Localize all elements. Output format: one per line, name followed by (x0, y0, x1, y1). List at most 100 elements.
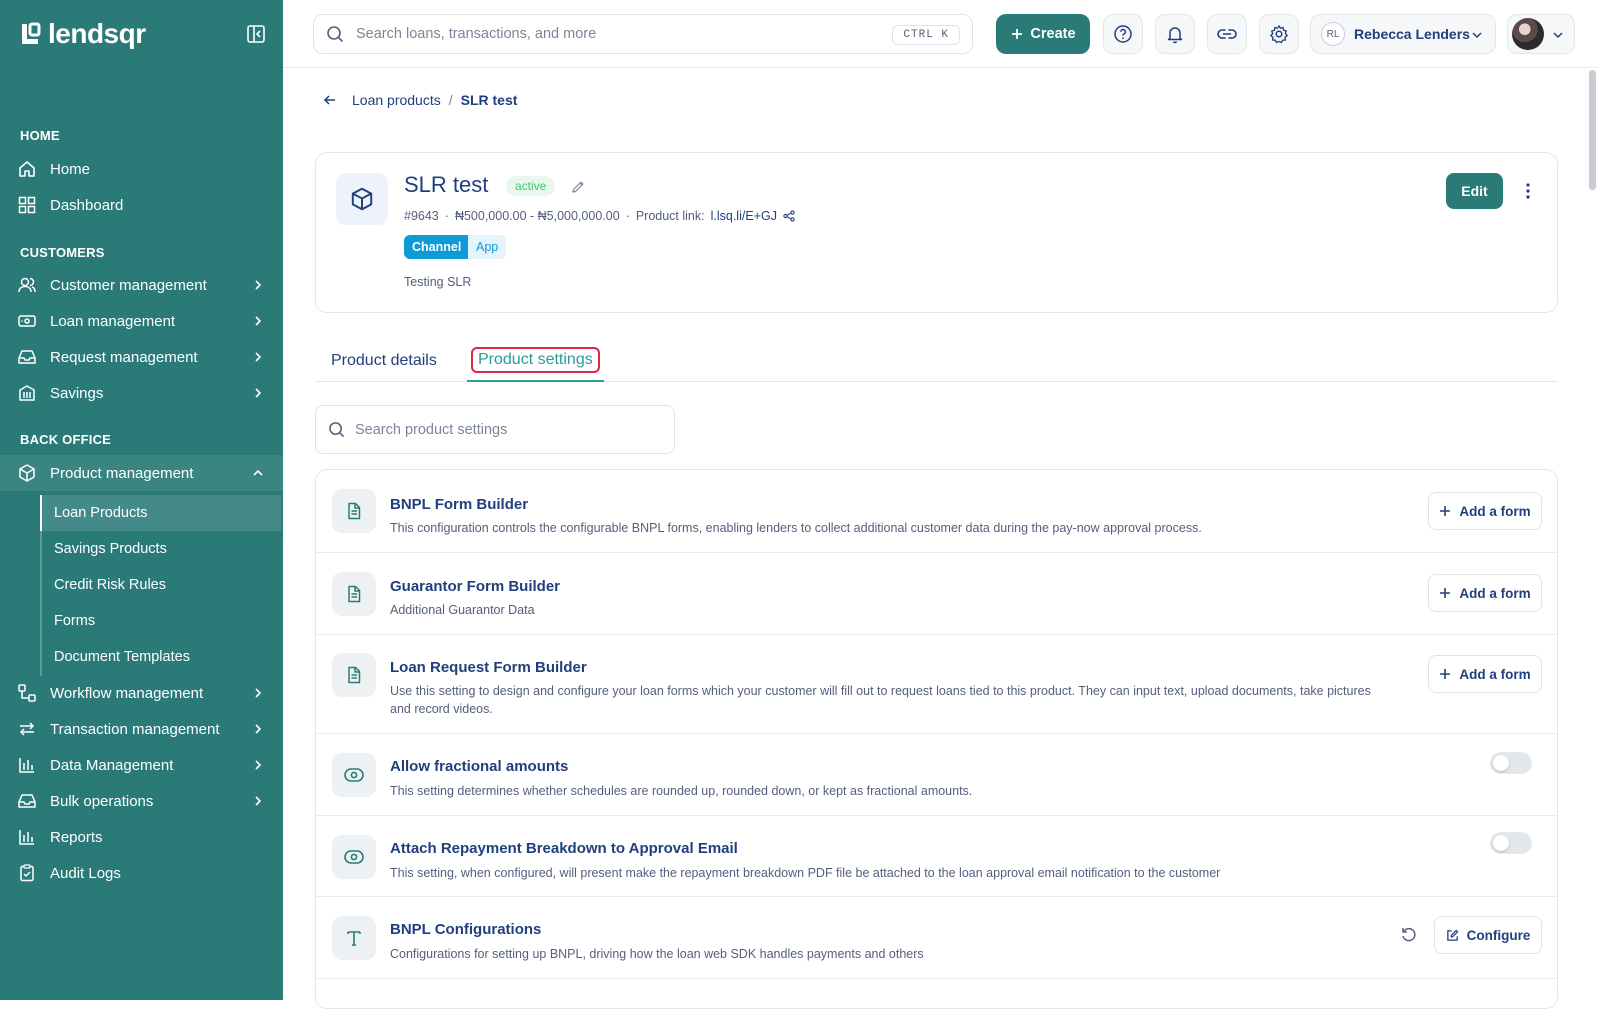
sidebar-item-audit-logs[interactable]: Audit Logs (0, 855, 283, 891)
add-form-button[interactable]: Add a form (1428, 492, 1542, 530)
sidebar-item-label: Savings (50, 384, 104, 402)
sidebar-item-workflow-management[interactable]: Workflow management (0, 675, 283, 711)
sidebar-item-label: Dashboard (50, 196, 124, 214)
settings-button[interactable] (1259, 14, 1299, 54)
sidebar-item-savings[interactable]: Savings (0, 375, 283, 411)
help-circle-icon (1114, 25, 1132, 43)
edit-square-icon (1446, 929, 1458, 941)
product-link[interactable]: l.lsq.li/E+GJ (711, 209, 777, 223)
bar-chart-icon (19, 830, 34, 845)
sidebar-subitem-credit-risk-rules[interactable]: Credit Risk Rules (42, 567, 283, 603)
global-search[interactable]: CTRL K (313, 14, 973, 54)
chevron-right-icon (255, 760, 262, 770)
add-form-button[interactable]: Add a form (1428, 574, 1542, 612)
product-description: Testing SLR (404, 275, 472, 289)
sidebar-subitem-forms[interactable]: Forms (42, 603, 283, 639)
reset-icon[interactable] (1400, 926, 1418, 944)
user-menu-button[interactable]: RL Rebecca Lenders (1310, 14, 1496, 54)
section-title-home: HOME (20, 128, 60, 143)
tab-product-details[interactable]: Product details (331, 340, 437, 382)
share-icon[interactable] (783, 210, 795, 222)
sidebar-item-request-management[interactable]: Request management (0, 339, 283, 375)
sidebar: lendsqr HOME Home Dashboard CUSTOMERS Cu… (0, 0, 283, 1000)
setting-description: Additional Guarantor Data (390, 603, 535, 617)
user-initials-avatar: RL (1321, 22, 1345, 46)
dashboard-icon (18, 196, 36, 214)
topbar: CTRL K Create RL Rebecca Lenders (283, 0, 1600, 68)
plus-icon (1012, 29, 1023, 39)
chevron-up-icon (253, 469, 263, 476)
chevron-right-icon (255, 352, 262, 362)
sidebar-item-dashboard[interactable]: Dashboard (0, 187, 283, 223)
create-button[interactable]: Create (996, 14, 1090, 54)
setting-row-guarantor-form-builder: Guarantor Form Builder Additional Guaran… (316, 553, 1557, 635)
sidebar-item-product-management[interactable]: Product management (0, 455, 283, 491)
settings-search-input[interactable] (355, 421, 655, 438)
setting-title: Loan Request Form Builder (390, 659, 587, 676)
meta-dot: · (444, 209, 449, 223)
sidebar-item-loan-management[interactable]: Loan management (0, 303, 283, 339)
links-button[interactable] (1207, 14, 1247, 54)
fractional-amounts-toggle[interactable] (1490, 752, 1532, 774)
sidebar-item-transaction-management[interactable]: Transaction management (0, 711, 283, 747)
configure-button[interactable]: Configure (1434, 916, 1542, 954)
sidebar-subitem-document-templates[interactable]: Document Templates (42, 639, 283, 675)
attach-repayment-toggle[interactable] (1490, 832, 1532, 854)
sidebar-item-label: Customer management (50, 276, 207, 294)
page-scrollbar[interactable] (1589, 70, 1596, 190)
setting-row-attach-repayment-breakdown: Attach Repayment Breakdown to Approval E… (316, 816, 1557, 897)
avatar (1512, 18, 1544, 50)
plus-icon (1440, 588, 1451, 598)
add-form-label: Add a form (1459, 585, 1531, 601)
notifications-button[interactable] (1155, 14, 1195, 54)
collapse-sidebar-icon[interactable] (246, 24, 266, 44)
sidebar-item-reports[interactable]: Reports (0, 819, 283, 855)
pencil-icon[interactable] (570, 179, 586, 195)
setting-icon-tile (332, 753, 376, 797)
create-button-label: Create (1030, 26, 1076, 42)
chevron-right-icon (255, 316, 262, 326)
configure-label: Configure (1466, 927, 1531, 943)
sidebar-item-label: Loan management (50, 312, 176, 330)
product-tabs: Product details Product settings (315, 340, 1558, 382)
edit-button[interactable]: Edit (1446, 173, 1503, 209)
sidebar-item-label: Reports (50, 828, 103, 846)
profile-menu-button[interactable] (1507, 14, 1575, 54)
plus-icon (1440, 506, 1451, 516)
setting-row-bnpl-form-builder: BNPL Form Builder This configuration con… (316, 470, 1557, 553)
setting-icon-tile (332, 835, 376, 879)
add-form-label: Add a form (1459, 666, 1531, 682)
brand-logo[interactable]: lendsqr (20, 18, 146, 50)
setting-description: Configurations for setting up BNPL, driv… (390, 947, 924, 961)
gear-icon (1270, 25, 1288, 44)
sidebar-subitem-loan-products[interactable]: Loan Products (40, 495, 281, 531)
chevron-right-icon (255, 388, 262, 398)
money-icon (18, 315, 36, 327)
document-icon (348, 666, 361, 684)
breadcrumb: Loan products / SLR test (322, 92, 517, 108)
search-icon (327, 26, 344, 43)
add-form-label: Add a form (1459, 503, 1531, 519)
settings-search[interactable] (315, 405, 675, 454)
link-icon (1217, 29, 1237, 39)
add-form-button[interactable]: Add a form (1428, 655, 1542, 693)
help-button[interactable] (1103, 14, 1143, 54)
product-icon-tile (336, 173, 388, 225)
more-vertical-icon[interactable] (1520, 181, 1536, 201)
sidebar-subitem-savings-products[interactable]: Savings Products (42, 531, 283, 567)
settings-list: BNPL Form Builder This configuration con… (315, 469, 1558, 1009)
tab-product-settings[interactable]: Product settings (467, 340, 604, 382)
product-title: SLR test (404, 172, 489, 197)
global-search-input[interactable] (356, 26, 866, 42)
product-link-label: Product link: (635, 209, 705, 223)
sidebar-item-data-management[interactable]: Data Management (0, 747, 283, 783)
setting-title: BNPL Form Builder (390, 496, 529, 513)
setting-title: Guarantor Form Builder (390, 578, 561, 595)
setting-icon-tile (332, 653, 376, 697)
sidebar-item-bulk-operations[interactable]: Bulk operations (0, 783, 283, 819)
sidebar-item-home[interactable]: Home (0, 151, 283, 187)
sidebar-item-customer-management[interactable]: Customer management (0, 267, 283, 303)
eye-icon (344, 850, 364, 864)
breadcrumb-parent[interactable]: Loan products (352, 92, 441, 108)
arrow-left-icon[interactable] (322, 92, 338, 108)
